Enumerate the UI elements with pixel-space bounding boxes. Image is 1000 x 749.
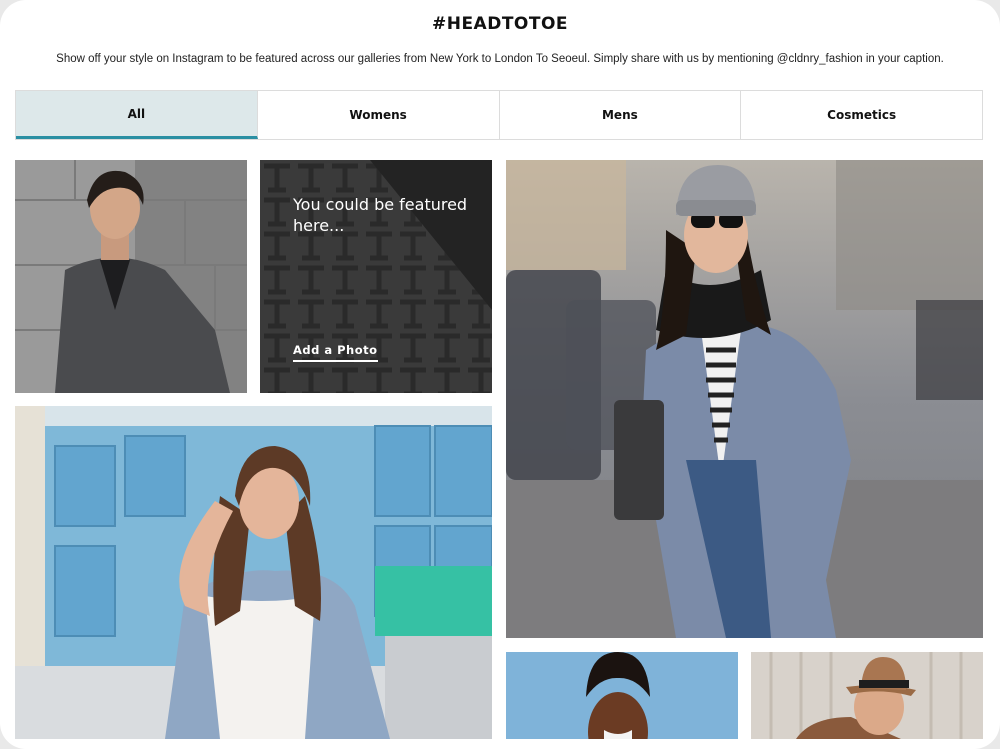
tab-womens[interactable]: Womens [258, 91, 500, 139]
photo-woman-blue-background[interactable] [506, 652, 738, 739]
feature-card-text: You could be featured here... [293, 195, 468, 235]
photo-woman-blue-background-image [506, 652, 738, 739]
tab-cosmetics[interactable]: Cosmetics [741, 91, 982, 139]
page-frame: #HEADTOTOE Show off your style on Instag… [0, 0, 1000, 749]
category-tabs: All Womens Mens Cosmetics [15, 90, 983, 140]
tab-mens[interactable]: Mens [500, 91, 742, 139]
feature-card: You could be featured here... Add a Phot… [260, 160, 492, 393]
photo-man-hat[interactable] [751, 652, 983, 739]
photo-woman-blue-coat-beanie-image [506, 160, 983, 638]
photo-man-grey-coat[interactable] [15, 160, 247, 393]
add-photo-link[interactable]: Add a Photo [293, 343, 378, 362]
photo-woman-denim-jacket-image [15, 406, 492, 739]
tab-all[interactable]: All [16, 91, 258, 139]
page-title: #HEADTOTOE [431, 14, 569, 34]
photo-man-hat-image [751, 652, 983, 739]
page-subtitle: Show off your style on Instagram to be f… [56, 53, 944, 65]
photo-man-grey-coat-image [15, 160, 247, 393]
photo-woman-blue-coat-beanie[interactable] [506, 160, 983, 638]
photo-woman-denim-jacket[interactable] [15, 406, 492, 739]
